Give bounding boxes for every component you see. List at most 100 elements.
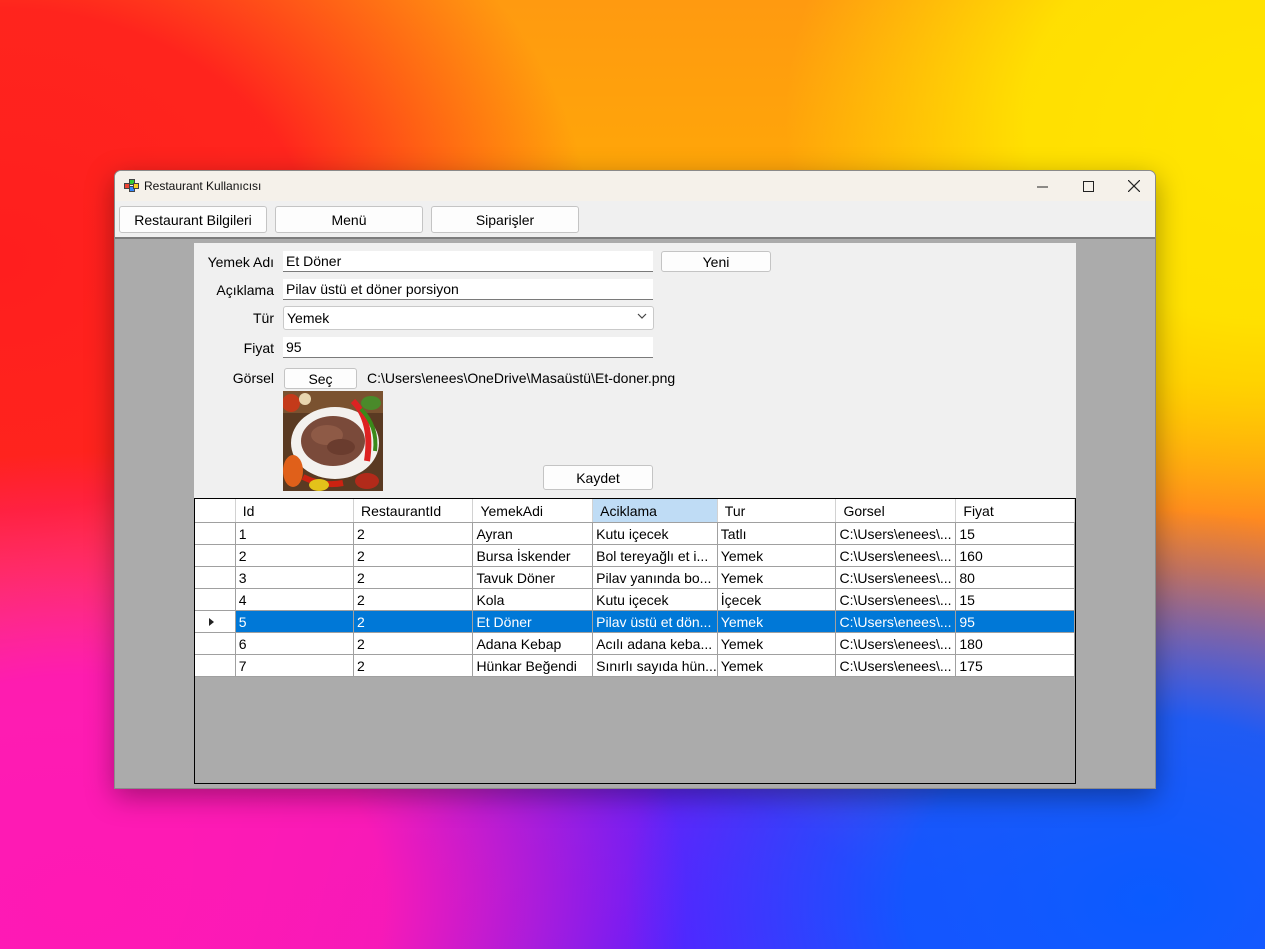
- cell-yemekadi[interactable]: Kola: [472, 588, 594, 611]
- column-header-fiyat[interactable]: Fiyat: [955, 499, 1075, 523]
- cell-tur[interactable]: Yemek: [717, 566, 837, 589]
- table-header-row: Id RestaurantId YemekAdi Aciklama Tur Go…: [195, 499, 1075, 523]
- table-row[interactable]: 3 2 Tavuk Döner Pilav yanında bo... Yemek C:\…: [195, 566, 1075, 589]
- gorsel-label: Görsel: [232, 370, 274, 386]
- cell-tur[interactable]: Yemek: [717, 632, 837, 655]
- cell-id[interactable]: 4: [235, 588, 355, 611]
- cell-gorsel[interactable]: C:\Users\enees\...: [835, 610, 957, 633]
- cell-fiyat[interactable]: 15: [955, 522, 1075, 545]
- maximize-icon: [1082, 180, 1094, 192]
- cell-gorsel[interactable]: C:\Users\enees\...: [835, 522, 957, 545]
- cell-gorsel[interactable]: C:\Users\enees\...: [835, 544, 957, 567]
- cell-aciklama[interactable]: Pilav üstü et dön...: [592, 610, 718, 633]
- tur-label: Tür: [253, 310, 274, 326]
- yemek-adi-label: Yemek Adı: [207, 254, 274, 270]
- kaydet-button[interactable]: Kaydet: [543, 465, 653, 490]
- cell-yemekadi[interactable]: Hünkar Beğendi: [472, 654, 594, 677]
- row-header-corner: [195, 499, 236, 523]
- tur-select-value: Yemek: [287, 310, 330, 326]
- cell-fiyat[interactable]: 80: [955, 566, 1075, 589]
- row-header[interactable]: [195, 632, 236, 655]
- cell-id[interactable]: 7: [235, 654, 355, 677]
- cell-tur[interactable]: Yemek: [717, 654, 837, 677]
- chevron-down-icon: [637, 313, 647, 319]
- table-row[interactable]: 4 2 Kola Kutu içecek İçecek C:\Users\enees\..…: [195, 588, 1075, 611]
- food-image: [283, 391, 383, 491]
- tur-select[interactable]: Yemek: [283, 306, 654, 330]
- cell-restaurantid[interactable]: 2: [353, 588, 474, 611]
- cell-id[interactable]: 6: [235, 632, 355, 655]
- table-row[interactable]: 2 2 Bursa İskender Bol tereyağlı et i... Yem…: [195, 544, 1075, 567]
- cell-tur[interactable]: Yemek: [717, 544, 837, 567]
- cell-id[interactable]: 3: [235, 566, 355, 589]
- cell-tur[interactable]: Tatlı: [717, 522, 837, 545]
- fiyat-label: Fiyat: [243, 340, 274, 356]
- cell-fiyat[interactable]: 175: [955, 654, 1075, 677]
- column-header-restaurantid[interactable]: RestaurantId: [353, 499, 474, 523]
- cell-fiyat[interactable]: 95: [955, 610, 1075, 633]
- maximize-button[interactable]: [1065, 171, 1111, 201]
- column-header-aciklama[interactable]: Aciklama: [592, 499, 718, 523]
- cell-fiyat[interactable]: 160: [955, 544, 1075, 567]
- row-header[interactable]: [195, 522, 236, 545]
- cell-id[interactable]: 1: [235, 522, 355, 545]
- fiyat-input[interactable]: 95: [283, 337, 653, 358]
- restaurant-bilgileri-button[interactable]: Restaurant Bilgileri: [119, 206, 267, 233]
- cell-tur[interactable]: Yemek: [717, 610, 837, 633]
- aciklama-input[interactable]: Pilav üstü et döner porsiyon: [283, 279, 653, 300]
- cell-aciklama[interactable]: Kutu içecek: [592, 588, 718, 611]
- cell-yemekadi[interactable]: Et Döner: [472, 610, 594, 633]
- cell-aciklama[interactable]: Kutu içecek: [592, 522, 718, 545]
- cell-yemekadi[interactable]: Tavuk Döner: [472, 566, 594, 589]
- table-row[interactable]: 6 2 Adana Kebap Acılı adana keba... Yemek C:\…: [195, 632, 1075, 655]
- cell-restaurantid[interactable]: 2: [353, 522, 474, 545]
- cell-aciklama[interactable]: Acılı adana keba...: [592, 632, 718, 655]
- table-body: 1 2 Ayran Kutu içecek Tatlı C:\Users\enees\..…: [195, 522, 1075, 677]
- table-row[interactable]: 5 2 Et Döner Pilav üstü et dön... Yemek C:\Us…: [195, 610, 1075, 633]
- window-title: Restaurant Kullanıcısı: [144, 179, 262, 193]
- cell-gorsel[interactable]: C:\Users\enees\...: [835, 588, 957, 611]
- cell-id[interactable]: 5: [235, 610, 355, 633]
- row-header[interactable]: [195, 566, 236, 589]
- yemek-adi-input[interactable]: Et Döner: [283, 251, 653, 272]
- column-header-yemekadi[interactable]: YemekAdi: [472, 499, 594, 523]
- cell-fiyat[interactable]: 180: [955, 632, 1075, 655]
- title-bar[interactable]: Restaurant Kullanıcısı: [115, 171, 1155, 201]
- row-header[interactable]: [195, 654, 236, 677]
- cell-aciklama[interactable]: Bol tereyağlı et i...: [592, 544, 718, 567]
- cell-yemekadi[interactable]: Adana Kebap: [472, 632, 594, 655]
- minimize-button[interactable]: [1019, 171, 1065, 201]
- row-header[interactable]: [195, 610, 236, 633]
- close-button[interactable]: [1111, 171, 1155, 201]
- siparisler-button[interactable]: Siparişler: [431, 206, 579, 233]
- cell-gorsel[interactable]: C:\Users\enees\...: [835, 654, 957, 677]
- cell-yemekadi[interactable]: Ayran: [472, 522, 594, 545]
- app-icon: [124, 179, 139, 193]
- menu-data-grid[interactable]: Id RestaurantId YemekAdi Aciklama Tur Go…: [194, 498, 1076, 784]
- cell-yemekadi[interactable]: Bursa İskender: [472, 544, 594, 567]
- cell-restaurantid[interactable]: 2: [353, 544, 474, 567]
- row-header[interactable]: [195, 544, 236, 567]
- row-header[interactable]: [195, 588, 236, 611]
- cell-restaurantid[interactable]: 2: [353, 566, 474, 589]
- sec-button[interactable]: Seç: [284, 368, 357, 389]
- table-row[interactable]: 7 2 Hünkar Beğendi Sınırlı sayıda hün... Yem…: [195, 654, 1075, 677]
- cell-aciklama[interactable]: Pilav yanında bo...: [592, 566, 718, 589]
- cell-fiyat[interactable]: 15: [955, 588, 1075, 611]
- column-header-tur[interactable]: Tur: [717, 499, 837, 523]
- current-row-arrow-icon: [209, 618, 215, 626]
- cell-id[interactable]: 2: [235, 544, 355, 567]
- cell-restaurantid[interactable]: 2: [353, 632, 474, 655]
- cell-restaurantid[interactable]: 2: [353, 654, 474, 677]
- column-header-id[interactable]: Id: [235, 499, 355, 523]
- cell-gorsel[interactable]: C:\Users\enees\...: [835, 566, 957, 589]
- yeni-button[interactable]: Yeni: [661, 251, 771, 272]
- cell-restaurantid[interactable]: 2: [353, 610, 474, 633]
- cell-gorsel[interactable]: C:\Users\enees\...: [835, 632, 957, 655]
- cell-tur[interactable]: İçecek: [717, 588, 837, 611]
- column-header-gorsel[interactable]: Gorsel: [835, 499, 957, 523]
- cell-aciklama[interactable]: Sınırlı sayıda hün...: [592, 654, 718, 677]
- aciklama-label: Açıklama: [216, 282, 274, 298]
- menu-button[interactable]: Menü: [275, 206, 423, 233]
- table-row[interactable]: 1 2 Ayran Kutu içecek Tatlı C:\Users\enees\..…: [195, 522, 1075, 545]
